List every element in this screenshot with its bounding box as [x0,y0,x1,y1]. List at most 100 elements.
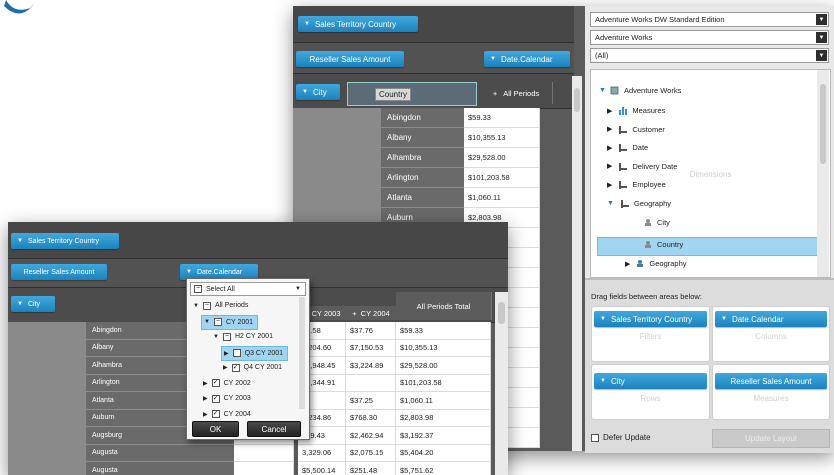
tree-item-geography[interactable]: ▼ Geography [607,199,671,208]
tree-scrollbar[interactable] [817,70,829,277]
popup-item[interactable]: ▶ ✓ Q4 CY 2001 [221,361,282,374]
collapse-arrow-icon[interactable]: ▼ [213,334,219,340]
perspective-combo[interactable]: Adventure Works ▼ [590,30,829,45]
value-cell-cy2003[interactable]: $5,500.14 [298,462,346,475]
value-field-pill[interactable]: Reseller Sales Amount [296,51,404,67]
filter-field-pill[interactable]: ▼ Sales Territory Country [298,16,418,32]
tree-item-customer[interactable]: ▶ Customer [607,125,665,134]
value-cell-cy2004[interactable]: $251.48 [346,462,396,475]
tree-root[interactable]: ▼ Adventure Works [599,86,681,95]
ok-button[interactable]: OK [192,421,239,437]
value-cell-cy2004[interactable]: $7,150.53 [346,339,396,357]
expand-arrow-icon[interactable]: ▶ [607,107,612,115]
collapse-arrow-icon[interactable]: ▼ [193,303,199,309]
popup-item[interactable]: ▶ ✓ CY 2002 [201,377,251,390]
value-cell-cy2004[interactable]: $2,075.15 [346,444,396,462]
value-field-pill[interactable]: Reseller Sales Amount [11,264,107,280]
value-cell-total[interactable]: $101,203.58 [396,374,491,392]
value-cell-cy2003[interactable]: 3,329.06 [298,444,346,462]
popup-item[interactable]: ▼ − CY 2001 [201,314,259,330]
value-cell[interactable] [234,462,294,475]
value-cell-cy2004[interactable]: $2,462.94 [346,427,396,445]
value-cell-total[interactable]: $5,751.62 [396,462,491,475]
collapse-arrow-icon[interactable]: ▼ [204,319,210,325]
update-layout-button[interactable]: Update Layout [712,429,830,448]
tree-item-employee[interactable]: ▶ Employee [607,180,666,189]
columns-zone[interactable]: ▼ Date.Calendar Columns [712,306,830,362]
scroll-thumb[interactable] [820,84,826,164]
grid-scrollbar[interactable] [495,292,508,475]
popup-item[interactable]: ▼ − H2 CY 2001 [211,330,273,343]
filters-zone[interactable]: ▼ Sales Territory Country Filters [591,306,710,362]
checkbox-box[interactable]: − [202,301,211,310]
rows-zone-pill[interactable]: ▼ City [594,373,707,389]
value-cell-cy2004[interactable]: $37.25 [346,392,396,410]
tree-item-measures[interactable]: ▶ Measures [607,106,665,115]
col-header-cy2003[interactable]: CY 2003 [306,306,347,320]
popup-item[interactable]: ▶ Q3 CY 2001 [221,345,289,361]
checkbox-box[interactable]: ✓ [211,379,220,387]
scroll-thumb[interactable] [498,302,505,324]
column-field-pill[interactable]: ▼ Date.Calendar [484,51,570,67]
checkbox-box[interactable] [232,349,241,357]
value-cell-cy2004[interactable]: $3,224.89 [346,357,396,375]
value-cell[interactable]: $1,060.11 [464,188,540,208]
select-all-dropdown[interactable]: − Select All ▼ [190,282,306,296]
value-cell-total[interactable]: $3,192.37 [396,427,491,445]
tree-item-date[interactable]: ▶ Date [607,143,648,152]
value-cell-total[interactable]: $2,803.98 [396,409,491,427]
cube-combo[interactable]: Adventure Works DW Standard Edition ▼ [590,12,829,27]
value-cell-total[interactable]: $5,404.20 [396,444,491,462]
all-periods-header[interactable]: + All Periods [480,82,553,104]
col-header-cy2004[interactable]: + CY 2004 [346,306,397,320]
popup-item[interactable]: ▶ ✓ CY 2004 [201,408,251,421]
value-cell[interactable] [234,444,294,462]
value-cell-total[interactable]: $1,060.11 [396,392,491,410]
defer-update-checkbox[interactable]: Defer Update [591,433,651,442]
expand-arrow-icon[interactable]: ▶ [607,125,612,133]
checkbox-box[interactable]: ✓ [231,363,240,372]
values-zone-pill[interactable]: Reseller Sales Amount [715,373,827,389]
row-field-pill[interactable]: ▼ City [11,296,55,312]
popup-item[interactable]: ▼ − All Periods [191,299,248,312]
expand-arrow-icon[interactable]: ▶ [607,144,612,152]
value-cell-total[interactable]: $59.33 [396,322,491,340]
collapse-arrow-icon[interactable]: ▼ [607,200,614,207]
value-cell-total[interactable]: $29,528.00 [396,357,491,375]
grid-scrollbar[interactable] [572,76,582,451]
checkbox-box[interactable]: − [222,332,231,341]
values-zone[interactable]: Reseller Sales Amount Measures [712,364,830,420]
filters-zone-pill[interactable]: ▼ Sales Territory Country [594,311,707,327]
tree-item-delivery-date[interactable]: ▶ Delivery Date [607,162,677,171]
value-cell-cy2004[interactable] [346,374,396,392]
tree-item-geography-hierarchy[interactable]: ▶ Geography [625,259,687,268]
value-cell[interactable]: $59.33 [464,108,540,128]
checkbox-box[interactable]: ✓ [211,394,220,403]
expand-arrow-icon[interactable]: ▶ [203,380,208,387]
popup-item[interactable]: ▶ ✓ CY 2003 [201,392,251,405]
value-cell-total[interactable]: $10,355.13 [396,339,491,357]
value-cell[interactable]: $10,355.13 [464,128,540,148]
expand-arrow-icon[interactable]: ▶ [607,181,612,189]
expand-arrow-icon[interactable]: ▶ [224,350,229,357]
filter-field-pill[interactable]: ▼ Sales Territory Country [11,233,119,249]
value-cell[interactable]: $29,528.00 [464,148,540,168]
expand-arrow-icon[interactable]: ▶ [223,364,228,371]
value-cell-cy2004[interactable]: $37.76 [346,322,396,340]
cancel-button[interactable]: Cancel [247,421,301,437]
value-cell-cy2004[interactable]: $768.30 [346,409,396,427]
rows-zone[interactable]: ▼ City Rows [591,364,710,420]
expand-arrow-icon[interactable]: ▶ [203,411,208,418]
checkbox-box[interactable]: ✓ [211,410,220,418]
expand-arrow-icon[interactable]: ▶ [203,395,208,402]
checkbox-box[interactable]: − [213,318,222,326]
col-header-total[interactable]: All Periods Total [396,292,492,320]
tree-item-city[interactable]: City [643,218,670,227]
scroll-thumb[interactable] [574,88,580,112]
filter-combo[interactable]: (All) ▼ [590,48,829,63]
columns-zone-pill[interactable]: ▼ Date.Calendar [715,311,827,327]
value-cell[interactable]: $101,203.58 [464,168,540,188]
row-field-pill[interactable]: ▼ City [296,84,340,100]
expand-arrow-icon[interactable]: ▶ [607,162,612,170]
tree-item-country[interactable]: Country [643,240,683,249]
